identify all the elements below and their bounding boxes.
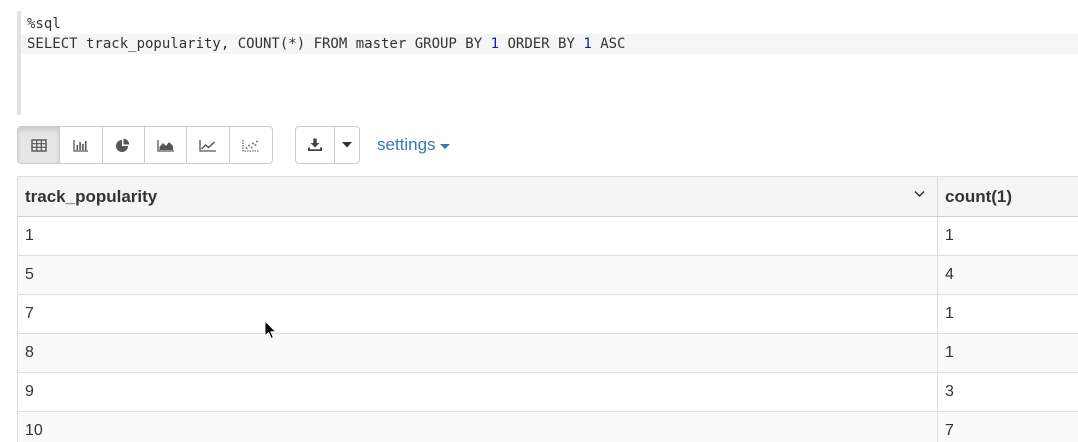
cell-track-popularity: 1 bbox=[18, 217, 938, 255]
cell-count: 1 bbox=[945, 227, 954, 244]
table-body: 1 1 5 4 7 1 8 1 9 3 10 7 bbox=[18, 217, 1078, 442]
table-view-button[interactable] bbox=[18, 127, 61, 163]
cell-track-popularity: 5 bbox=[18, 256, 938, 294]
cell-track-popularity: 7 bbox=[18, 295, 938, 333]
table-header-row: track_popularity count(1) bbox=[18, 177, 1078, 217]
caret-down-icon bbox=[341, 142, 352, 148]
table-row: 11 bbox=[18, 217, 1078, 256]
cell-count: 1 bbox=[945, 344, 954, 361]
chevron-down-icon[interactable] bbox=[914, 190, 925, 198]
scatter-chart-button[interactable] bbox=[230, 127, 272, 163]
download-dropdown-button[interactable] bbox=[335, 127, 359, 163]
code-segment: ASC bbox=[591, 36, 626, 52]
cell-count: 3 bbox=[945, 383, 954, 400]
cell-count: 4 bbox=[945, 266, 954, 283]
settings-caret-icon bbox=[439, 143, 450, 149]
bar-chart-icon bbox=[73, 139, 88, 152]
code-number-literal: 1 bbox=[490, 36, 500, 52]
cell-track-popularity: 8 bbox=[18, 334, 938, 372]
column-header-count[interactable]: count(1) bbox=[938, 177, 1078, 216]
cell-track-popularity: 9 bbox=[18, 373, 938, 411]
code-number-literal: 1 bbox=[583, 36, 592, 52]
code-line-interpreter: %sql bbox=[27, 16, 61, 32]
table-row: 71 bbox=[18, 295, 1078, 334]
download-button[interactable] bbox=[296, 127, 335, 163]
code-segment: SELECT track_popularity, COUNT(*) FROM m… bbox=[27, 36, 491, 52]
pie-chart-icon bbox=[116, 138, 130, 152]
table-icon bbox=[30, 138, 47, 152]
pie-chart-button[interactable] bbox=[103, 127, 145, 163]
download-button-group bbox=[295, 126, 360, 164]
area-chart-button[interactable] bbox=[145, 127, 188, 163]
line-chart-button[interactable] bbox=[187, 127, 230, 163]
code-segment: ORDER BY bbox=[499, 36, 584, 52]
sql-editor[interactable]: %sql SELECT track_popularity, COUNT(*) F… bbox=[17, 11, 1078, 115]
notebook-paragraph: %sql SELECT track_popularity, COUNT(*) F… bbox=[0, 0, 1078, 442]
area-chart-icon bbox=[156, 139, 174, 152]
column-header-label: count(1) bbox=[945, 186, 1013, 206]
table-row: 81 bbox=[18, 334, 1078, 373]
column-header-track-popularity[interactable]: track_popularity bbox=[18, 177, 938, 216]
cell-count: 1 bbox=[945, 305, 954, 322]
table-row: 10 7 bbox=[18, 412, 1078, 442]
line-chart-icon bbox=[199, 139, 216, 152]
visualization-button-group bbox=[17, 126, 273, 164]
table-row: 54 bbox=[18, 256, 1078, 295]
cell-track-popularity: 10 bbox=[18, 412, 938, 442]
settings-dropdown[interactable]: settings bbox=[377, 134, 450, 156]
scatter-chart-icon bbox=[242, 139, 259, 152]
download-icon bbox=[307, 138, 322, 151]
table-row: 93 bbox=[18, 373, 1078, 412]
settings-label: settings bbox=[377, 135, 436, 154]
bar-chart-button[interactable] bbox=[60, 127, 103, 163]
cell-count: 7 bbox=[945, 422, 954, 439]
column-header-label: track_popularity bbox=[25, 186, 158, 206]
code-line-query: SELECT track_popularity, COUNT(*) FROM m… bbox=[21, 34, 1078, 54]
result-table: track_popularity count(1) 1 1 5 4 7 1 8 1 9 3 10 7 bbox=[17, 176, 1078, 442]
